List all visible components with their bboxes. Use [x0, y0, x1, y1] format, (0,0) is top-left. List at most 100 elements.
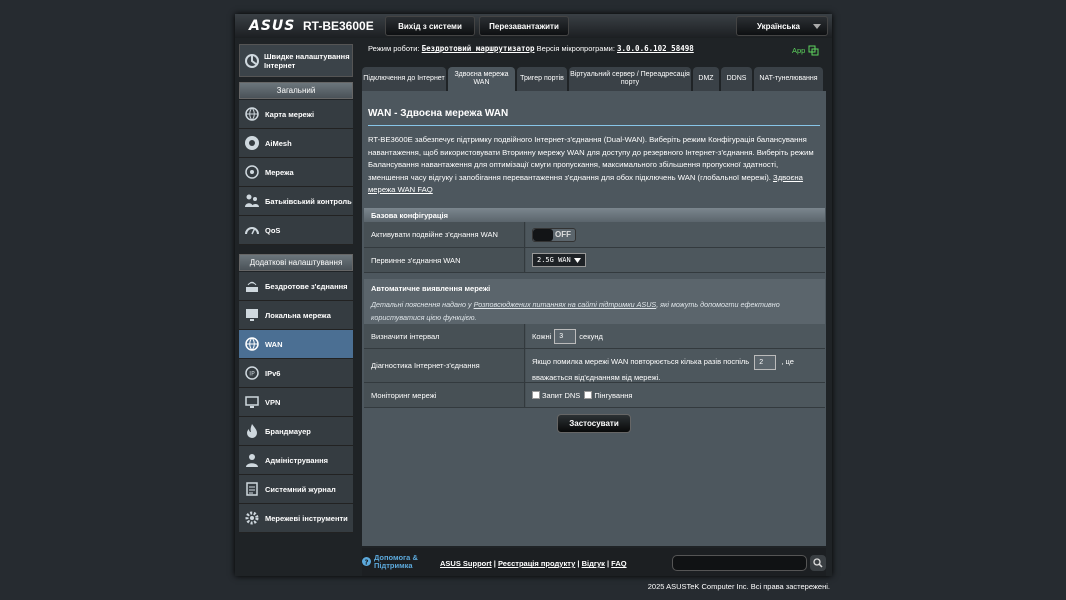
tab-nat-passthrough[interactable]: NAT-тунелювання [754, 67, 823, 91]
sidebar-item-label: Мережеві інструменти [265, 513, 348, 523]
description-text: RT-BE3600E забезпечує підтримку подвійно… [368, 135, 814, 182]
mode-value-link[interactable]: Бездротовий маршрутизатор [422, 44, 535, 53]
page-title: WAN - Здвоєна мережа WAN [368, 108, 509, 119]
tab-dual-wan[interactable]: Здвоєна мережа WAN [448, 67, 515, 91]
model-name: RT-BE3600E [303, 19, 374, 33]
app-link[interactable]: App [792, 45, 819, 56]
help-support-link[interactable]: ? Допомога & Підтримка [362, 554, 428, 570]
sidebar-item-system-log[interactable]: Системний журнал [239, 475, 353, 504]
question-icon: ? [362, 557, 371, 566]
sidebar-item-firewall[interactable]: Брандмауер [239, 417, 353, 446]
ping-checkbox[interactable] [584, 391, 593, 399]
diagnostics-label: Діагностика Інтернет-з'єднання [364, 349, 525, 382]
reboot-button[interactable]: Перезавантажити [479, 16, 569, 36]
asus-support-link[interactable]: ASUS Support [440, 559, 492, 568]
separator: | [493, 559, 496, 568]
help-label: Допомога & Підтримка [374, 553, 418, 570]
interval-input[interactable]: 3 [554, 328, 577, 344]
sidebar-item-wan[interactable]: WAN [239, 330, 353, 359]
family-icon [243, 192, 261, 210]
quick-setup-button[interactable]: Швидке налаштування Інтернет [239, 44, 353, 77]
asus-support-faq-link[interactable]: Розповсюджених питаннях на сайті підтрим… [474, 300, 657, 309]
diagnostics-row: Діагностика Інтернет-з'єднання Якщо поми… [364, 349, 825, 383]
auto-detect-header: Автоматичне виявлення мережі Детальні по… [364, 279, 825, 324]
interval-prefix: Кожні [532, 331, 552, 341]
globe-icon [243, 105, 261, 123]
sidebar-item-network-map[interactable]: Карта мережі [239, 100, 353, 129]
top-bar: ASUS RT-BE3600E Вихід з системи Перезава… [235, 14, 832, 38]
sidebar-item-label: IPv6 [265, 368, 281, 378]
status-line: Режим роботи: Бездротовий маршрутизатор … [368, 44, 694, 53]
sidebar-item-label: Батьківський контроль [265, 196, 352, 206]
dns-query-label: Запит DNS [542, 390, 581, 400]
firmware-label: Версія мікропрограми: [536, 44, 615, 53]
footer-bar: ? Допомога & Підтримка ASUS Support | Ре… [362, 548, 826, 576]
sidebar-item-qos[interactable]: QoS [239, 216, 353, 245]
mode-label: Режим роботи: [368, 44, 420, 53]
sidebar-item-network[interactable]: Мережа [239, 158, 353, 187]
globe-icon [243, 335, 261, 353]
product-registration-link[interactable]: Реєстрація продукту [498, 559, 575, 568]
general-section-title: Загальний [239, 82, 353, 99]
sidebar-item-administration[interactable]: Адміністрування [239, 446, 353, 475]
firewall-icon [243, 422, 261, 440]
language-value: Українська [757, 21, 800, 31]
wireless-icon [243, 163, 261, 181]
diagnostics-input[interactable]: 2 [754, 355, 777, 370]
apply-button[interactable]: Застосувати [557, 414, 631, 433]
asus-logo: ASUS [249, 18, 296, 34]
tab-ddns[interactable]: DDNS [721, 67, 752, 91]
logout-button[interactable]: Вихід з системи [385, 16, 475, 36]
aimesh-icon [243, 134, 261, 152]
search-input[interactable] [672, 555, 807, 571]
svg-text:?: ? [364, 558, 368, 566]
sidebar-item-network-tools[interactable]: Мережеві інструменти [239, 504, 353, 533]
search-button[interactable] [810, 555, 826, 571]
ipv6-icon: IP [243, 364, 261, 382]
diagnostics-prefix: Якщо помилка мережі WAN повторюється кіл… [532, 357, 750, 366]
tab-dmz[interactable]: DMZ [693, 67, 719, 91]
log-icon [243, 480, 261, 498]
dual-wan-toggle[interactable]: OFF [532, 227, 576, 242]
enable-dual-wan-label: Активувати подвійне з'єднання WAN [364, 222, 525, 247]
tab-port-trigger[interactable]: Тригер портів [517, 67, 567, 91]
auto-detect-description: Детальні пояснення надано у Розповсюджен… [371, 298, 821, 324]
monitoring-row: Моніторинг мережі Запит DNS Пінгування [364, 383, 825, 408]
sidebar-item-parental-control[interactable]: Батьківський контроль [239, 187, 353, 216]
enable-dual-wan-row: Активувати подвійне з'єднання WAN OFF [364, 222, 825, 248]
sidebar-item-wireless[interactable]: Бездротове з'єднання [239, 272, 353, 301]
sidebar-item-label: Мережа [265, 167, 294, 177]
app-label: App [792, 46, 806, 55]
feedback-link[interactable]: Відгук [582, 559, 605, 568]
sidebar-item-lan[interactable]: Локальна мережа [239, 301, 353, 330]
title-divider [368, 125, 820, 126]
advanced-section-title: Додаткові налаштування [239, 254, 353, 271]
sidebar-item-ipv6[interactable]: IP IPv6 [239, 359, 353, 388]
sidebar-item-vpn[interactable]: VPN [239, 388, 353, 417]
sidebar-item-label: VPN [265, 397, 281, 407]
interval-suffix: секунд [579, 331, 603, 341]
auto-desc-text: , які можуть допомогти ефективно [656, 300, 780, 309]
monitor-icon [243, 306, 261, 324]
sidebar-item-label: Брандмауер [265, 426, 311, 436]
language-select[interactable]: Українська [736, 16, 828, 36]
primary-wan-label: Первинне з'єднання WAN [364, 248, 525, 272]
dns-query-checkbox[interactable] [532, 391, 540, 399]
tab-virtual-server[interactable]: Віртуальний сервер / Переадресація порту [569, 67, 691, 91]
separator: | [577, 559, 580, 568]
auto-detect-title: Автоматичне виявлення мережі [371, 284, 491, 293]
primary-wan-select[interactable]: 2.5G WAN [532, 253, 586, 267]
sidebar-item-aimesh[interactable]: AiMesh [239, 129, 353, 158]
faq-footer-link[interactable]: FAQ [611, 559, 626, 568]
firmware-value-link[interactable]: 3.0.0.6.102_58498 [617, 44, 694, 53]
footer-links: ASUS Support | Реєстрація продукту | Від… [440, 559, 627, 568]
diagnostics-line2: вважається від'єднанням від мережі. [532, 373, 661, 382]
primary-wan-value: 2.5G WAN [537, 256, 571, 264]
sidebar-item-label: Адміністрування [265, 455, 329, 465]
wizard-icon [244, 52, 260, 70]
sidebar-item-label: Системний журнал [265, 484, 336, 494]
admin-icon [243, 451, 261, 469]
wifi-icon [243, 277, 261, 295]
tab-internet-connection[interactable]: Підключення до Інтернет [362, 67, 446, 91]
toggle-knob [533, 228, 553, 241]
